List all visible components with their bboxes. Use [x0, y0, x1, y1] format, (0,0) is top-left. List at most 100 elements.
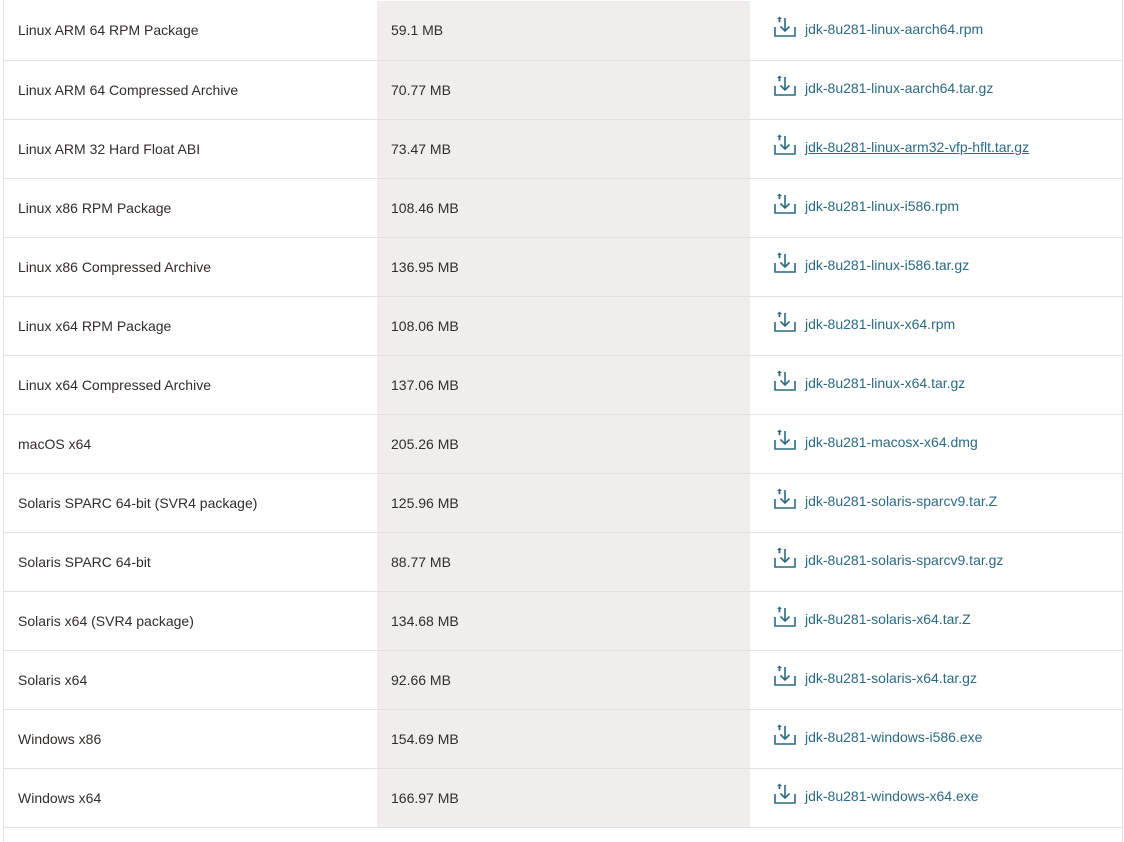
- table-row: Solaris SPARC 64-bit 88.77 MB jdk-8u281-…: [4, 532, 1122, 592]
- file-size-cell: 205.26 MB: [377, 414, 750, 474]
- download-cell: jdk-8u281-windows-x64.exe: [750, 768, 1122, 828]
- file-size-cell: 92.66 MB: [377, 650, 750, 710]
- table-row: Linux x64 Compressed Archive 137.06 MB j…: [4, 355, 1122, 415]
- download-cell: jdk-8u281-linux-i586.tar.gz: [750, 237, 1122, 297]
- download-cell: jdk-8u281-linux-arm32-vfp-hflt.tar.gz: [750, 119, 1122, 179]
- download-cell: jdk-8u281-solaris-sparcv9.tar.gz: [750, 532, 1122, 592]
- download-link-7[interactable]: jdk-8u281-linux-x64.tar.gz: [774, 370, 966, 394]
- download-filename: jdk-8u281-linux-x64.rpm: [805, 316, 956, 332]
- product-name-cell: Solaris SPARC 64-bit (SVR4 package): [4, 473, 377, 533]
- product-name-cell: Windows x86: [4, 709, 377, 769]
- download-cell: jdk-8u281-linux-i586.rpm: [750, 178, 1122, 238]
- download-filename: jdk-8u281-linux-aarch64.rpm: [805, 20, 984, 37]
- file-size-cell: 108.06 MB: [377, 296, 750, 356]
- download-cell: jdk-8u281-linux-aarch64.rpm: [750, 1, 1122, 61]
- product-name-cell: Solaris x64 (SVR4 package): [4, 591, 377, 651]
- table-row: Linux ARM 64 RPM Package 59.1 MB jdk-8u2…: [4, 1, 1122, 61]
- download-filename: jdk-8u281-linux-aarch64.tar.gz: [805, 80, 994, 96]
- download-link-11[interactable]: jdk-8u281-solaris-x64.tar.Z: [774, 606, 971, 630]
- download-cell: jdk-8u281-windows-i586.exe: [750, 709, 1122, 769]
- download-cell: jdk-8u281-linux-x64.tar.gz: [750, 355, 1122, 415]
- product-name-cell: Linux x64 Compressed Archive: [4, 355, 377, 415]
- download-icon: [774, 606, 796, 628]
- table-row: Linux ARM 32 Hard Float ABI 73.47 MB jdk…: [4, 119, 1122, 179]
- download-cell: jdk-8u281-solaris-x64.tar.Z: [750, 591, 1122, 651]
- download-filename: jdk-8u281-linux-x64.tar.gz: [805, 375, 966, 391]
- product-name-cell: Linux x86 RPM Package: [4, 178, 377, 238]
- file-size-cell: 59.1 MB: [377, 1, 750, 61]
- product-name-cell: Solaris SPARC 64-bit: [4, 532, 377, 592]
- table-row: macOS x64 205.26 MB jdk-8u281-macosx-x64…: [4, 414, 1122, 474]
- download-filename: jdk-8u281-windows-x64.exe: [805, 788, 979, 804]
- download-link-5[interactable]: jdk-8u281-linux-i586.tar.gz: [774, 252, 970, 276]
- download-link-8[interactable]: jdk-8u281-macosx-x64.dmg: [774, 429, 978, 453]
- download-icon: [774, 193, 796, 215]
- file-size-cell: 166.97 MB: [377, 768, 750, 828]
- table-right-border: [1122, 0, 1123, 842]
- download-filename: jdk-8u281-macosx-x64.dmg: [805, 434, 978, 450]
- download-link-9[interactable]: jdk-8u281-solaris-sparcv9.tar.Z: [774, 488, 998, 512]
- file-size-cell: 108.46 MB: [377, 178, 750, 238]
- table-row: Solaris x64 (SVR4 package) 134.68 MB jdk…: [4, 591, 1122, 651]
- download-table-body: Linux ARM 64 RPM Package 59.1 MB jdk-8u2…: [4, 1, 1122, 828]
- download-filename: jdk-8u281-linux-i586.rpm: [805, 198, 960, 214]
- download-cell: jdk-8u281-linux-x64.rpm: [750, 296, 1122, 356]
- download-icon: [774, 547, 796, 569]
- download-link-3[interactable]: jdk-8u281-linux-arm32-vfp-hflt.tar.gz: [774, 134, 1030, 158]
- table-row: Linux x86 Compressed Archive 136.95 MB j…: [4, 237, 1122, 297]
- product-name-cell: Solaris x64: [4, 650, 377, 710]
- download-link-1[interactable]: jdk-8u281-linux-aarch64.rpm: [774, 16, 984, 40]
- download-link-2[interactable]: jdk-8u281-linux-aarch64.tar.gz: [774, 75, 994, 99]
- file-size-cell: 70.77 MB: [377, 60, 750, 120]
- file-size-cell: 154.69 MB: [377, 709, 750, 769]
- download-icon: [774, 488, 796, 510]
- download-icon: [774, 370, 796, 392]
- download-link-14[interactable]: jdk-8u281-windows-x64.exe: [774, 783, 979, 807]
- download-filename: jdk-8u281-solaris-x64.tar.Z: [805, 611, 971, 627]
- download-filename: jdk-8u281-linux-i586.tar.gz: [805, 257, 970, 273]
- download-link-13[interactable]: jdk-8u281-windows-i586.exe: [774, 724, 983, 748]
- product-name-cell: Linux x64 RPM Package: [4, 296, 377, 356]
- product-name-cell: Linux x86 Compressed Archive: [4, 237, 377, 297]
- download-icon: [774, 134, 796, 156]
- product-name-cell: Linux ARM 64 Compressed Archive: [4, 60, 377, 120]
- table-row: Linux x64 RPM Package 108.06 MB jdk-8u28…: [4, 296, 1122, 356]
- download-link-12[interactable]: jdk-8u281-solaris-x64.tar.gz: [774, 665, 977, 689]
- file-size-cell: 136.95 MB: [377, 237, 750, 297]
- download-cell: jdk-8u281-macosx-x64.dmg: [750, 414, 1122, 474]
- download-icon: [774, 16, 796, 38]
- download-link-10[interactable]: jdk-8u281-solaris-sparcv9.tar.gz: [774, 547, 1004, 571]
- download-icon: [774, 429, 796, 451]
- table-row: Solaris x64 92.66 MB jdk-8u281-solaris-x…: [4, 650, 1122, 710]
- download-link-6[interactable]: jdk-8u281-linux-x64.rpm: [774, 311, 956, 335]
- file-size-cell: 88.77 MB: [377, 532, 750, 592]
- download-filename: jdk-8u281-windows-i586.exe: [805, 729, 983, 745]
- file-size-cell: 73.47 MB: [377, 119, 750, 179]
- file-size-cell: 137.06 MB: [377, 355, 750, 415]
- download-icon: [774, 252, 796, 274]
- download-icon: [774, 724, 796, 746]
- download-filename: jdk-8u281-linux-arm32-vfp-hflt.tar.gz: [805, 139, 1030, 155]
- download-link-4[interactable]: jdk-8u281-linux-i586.rpm: [774, 193, 960, 217]
- table-row: Windows x64 166.97 MB jdk-8u281-windows-…: [4, 768, 1122, 828]
- table-row: Linux x86 RPM Package 108.46 MB jdk-8u28…: [4, 178, 1122, 238]
- table-row: Solaris SPARC 64-bit (SVR4 package) 125.…: [4, 473, 1122, 533]
- download-filename: jdk-8u281-solaris-sparcv9.tar.gz: [805, 552, 1004, 568]
- download-icon: [774, 783, 796, 805]
- download-icon: [774, 665, 796, 687]
- file-size-cell: 125.96 MB: [377, 473, 750, 533]
- product-name-cell: Linux ARM 32 Hard Float ABI: [4, 119, 377, 179]
- download-cell: jdk-8u281-linux-aarch64.tar.gz: [750, 60, 1122, 120]
- product-name-cell: Windows x64: [4, 768, 377, 828]
- download-filename: jdk-8u281-solaris-x64.tar.gz: [805, 670, 977, 686]
- table-row: Windows x86 154.69 MB jdk-8u281-windows-…: [4, 709, 1122, 769]
- download-icon: [774, 75, 796, 97]
- download-cell: jdk-8u281-solaris-x64.tar.gz: [750, 650, 1122, 710]
- download-table: Linux ARM 64 RPM Package 59.1 MB jdk-8u2…: [4, 1, 1122, 828]
- table-row: Linux ARM 64 Compressed Archive 70.77 MB…: [4, 60, 1122, 120]
- product-name-cell: macOS x64: [4, 414, 377, 474]
- download-icon: [774, 311, 796, 333]
- download-filename: jdk-8u281-solaris-sparcv9.tar.Z: [805, 493, 998, 509]
- product-name-cell: Linux ARM 64 RPM Package: [4, 1, 377, 61]
- download-cell: jdk-8u281-solaris-sparcv9.tar.Z: [750, 473, 1122, 533]
